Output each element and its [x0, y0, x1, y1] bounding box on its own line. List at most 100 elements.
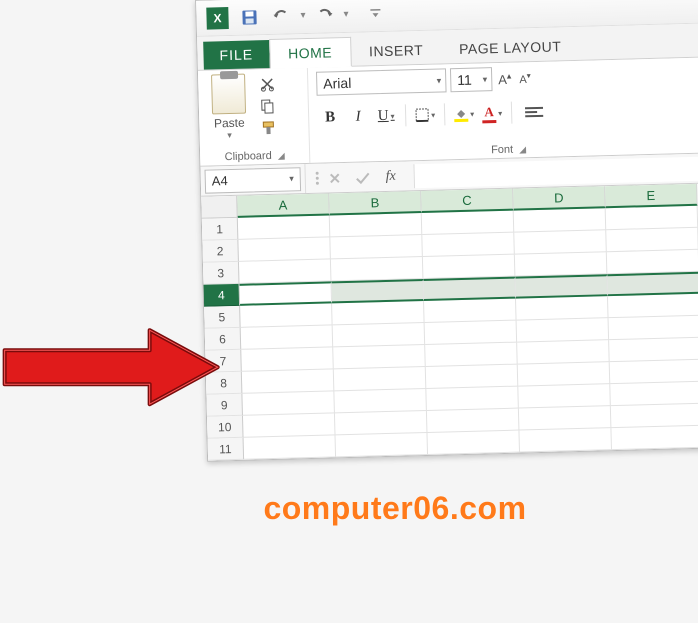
cell[interactable] [333, 323, 426, 347]
cell-active[interactable] [240, 281, 333, 305]
cell[interactable] [334, 389, 427, 413]
paste-dropdown-icon[interactable]: ▾ [207, 129, 251, 141]
cell[interactable] [424, 299, 517, 323]
row-header[interactable]: 9 [206, 394, 243, 417]
format-painter-icon[interactable] [257, 119, 279, 138]
cell[interactable] [518, 362, 611, 386]
column-header-b[interactable]: B [329, 191, 422, 215]
cell[interactable] [425, 321, 518, 345]
cut-icon[interactable] [256, 75, 278, 94]
cell[interactable] [239, 259, 332, 283]
cell[interactable] [240, 303, 333, 327]
cell[interactable] [243, 413, 336, 437]
font-name-combo[interactable]: Arial ▾ [316, 68, 447, 95]
row-header[interactable]: 6 [205, 328, 242, 351]
column-header-e[interactable]: E [605, 184, 698, 208]
cell[interactable] [330, 235, 423, 259]
cell[interactable] [238, 215, 331, 239]
bold-button[interactable]: B [317, 105, 344, 130]
cell[interactable] [333, 345, 426, 369]
cancel-formula-icon[interactable] [321, 166, 348, 189]
cell[interactable] [606, 228, 698, 252]
formula-input[interactable] [413, 156, 698, 188]
undo-icon[interactable] [268, 3, 295, 30]
font-launcher-icon[interactable]: ◢ [519, 144, 526, 155]
row-header[interactable]: 2 [202, 240, 239, 263]
column-header-a[interactable]: A [237, 193, 330, 217]
cell[interactable] [607, 250, 698, 274]
cell[interactable] [423, 255, 516, 279]
tab-home[interactable]: HOME [269, 37, 352, 69]
cell[interactable] [242, 369, 335, 393]
cell[interactable] [335, 411, 428, 435]
copy-icon[interactable] [257, 97, 279, 116]
cell[interactable] [423, 277, 516, 301]
borders-button[interactable]: ▾ [412, 103, 439, 128]
font-color-button[interactable]: A ▾ [479, 101, 506, 126]
cell[interactable] [425, 343, 518, 367]
cell[interactable] [336, 433, 429, 457]
cell[interactable] [241, 347, 334, 371]
cell[interactable] [517, 340, 610, 364]
undo-dropdown-icon[interactable]: ▾ [300, 10, 305, 21]
row-header[interactable]: 7 [205, 350, 242, 373]
cell[interactable] [519, 428, 612, 452]
underline-button[interactable]: U▾ [373, 104, 400, 129]
cell[interactable] [609, 316, 698, 340]
insert-function-button[interactable]: fx [377, 165, 404, 188]
row-header[interactable]: 10 [207, 416, 244, 439]
cell[interactable] [334, 367, 427, 391]
cell[interactable] [518, 384, 611, 408]
redo-icon[interactable] [311, 2, 338, 29]
cell[interactable] [606, 206, 698, 230]
shrink-font-icon[interactable]: A▾ [517, 71, 533, 86]
excel-logo-icon[interactable] [204, 4, 231, 31]
cell[interactable] [427, 431, 520, 455]
cell[interactable] [242, 391, 335, 415]
cell[interactable] [610, 382, 698, 406]
cell[interactable] [519, 406, 612, 430]
cell[interactable] [426, 387, 519, 411]
row-header[interactable]: 5 [204, 306, 241, 329]
cell[interactable] [332, 301, 425, 325]
cell[interactable] [426, 365, 519, 389]
cell[interactable] [515, 274, 608, 298]
cell[interactable] [515, 252, 608, 276]
cell[interactable] [422, 211, 515, 235]
save-icon[interactable] [236, 4, 263, 31]
cell[interactable] [331, 257, 424, 281]
cell[interactable] [607, 272, 698, 296]
cell[interactable] [611, 404, 698, 428]
fill-color-button[interactable]: ▾ [451, 102, 478, 127]
cell[interactable] [514, 208, 607, 232]
column-header-c[interactable]: C [421, 189, 514, 213]
enter-formula-icon[interactable] [349, 166, 376, 189]
row-header-selected[interactable]: 4 [204, 284, 241, 307]
cell[interactable] [610, 360, 698, 384]
cell[interactable] [427, 409, 520, 433]
column-header-d[interactable]: D [513, 186, 606, 210]
select-all-corner[interactable] [201, 196, 238, 219]
name-box[interactable]: A4 ▾ [204, 167, 301, 194]
file-tab[interactable]: FILE [203, 40, 269, 70]
paste-button[interactable]: Paste ▾ [206, 73, 252, 141]
cell[interactable] [517, 318, 610, 342]
row-header[interactable]: 3 [203, 262, 240, 285]
cell[interactable] [244, 435, 337, 459]
cell[interactable] [516, 296, 609, 320]
cell[interactable] [330, 213, 423, 237]
tab-page-layout[interactable]: PAGE LAYOUT [441, 32, 580, 64]
cell[interactable] [608, 294, 698, 318]
align-left-button[interactable] [518, 100, 545, 125]
clipboard-launcher-icon[interactable]: ◢ [278, 150, 285, 161]
row-header[interactable]: 11 [208, 438, 245, 461]
cell[interactable] [609, 338, 698, 362]
cell[interactable] [241, 325, 334, 349]
cell[interactable] [422, 233, 515, 257]
italic-button[interactable]: I [345, 104, 372, 129]
row-header[interactable]: 1 [202, 218, 239, 241]
redo-dropdown-icon[interactable]: ▾ [343, 9, 348, 20]
customize-qat-icon[interactable] [362, 0, 389, 27]
row-header[interactable]: 8 [206, 372, 243, 395]
cell[interactable] [514, 230, 607, 254]
